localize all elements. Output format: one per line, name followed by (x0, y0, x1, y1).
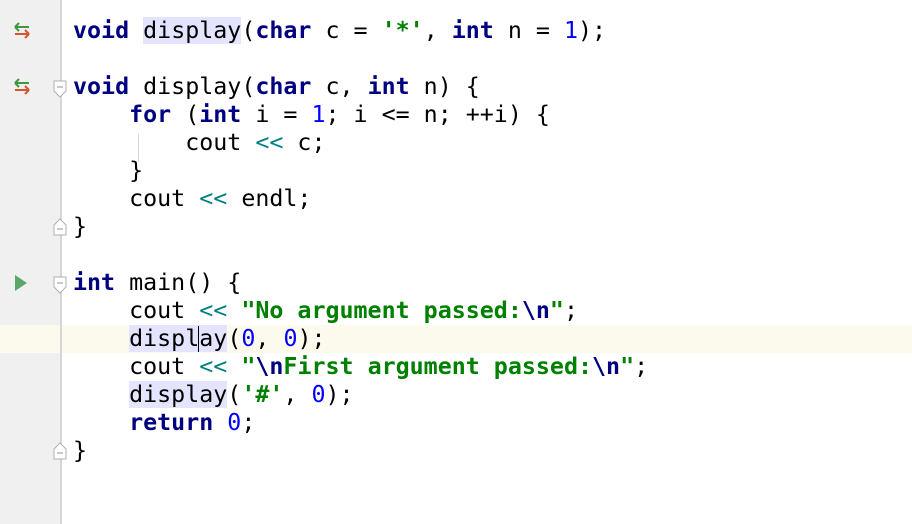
code-text: ; (563, 297, 578, 324)
operator-token: << (199, 297, 228, 324)
number-literal: 1 (311, 101, 326, 128)
code-editor[interactable]: void display(char c = '*', int n = 1); vo… (73, 17, 648, 465)
code-line-12[interactable]: display(0, 0); (73, 325, 648, 353)
code-line-1[interactable]: void display(char c = '*', int n = 1); (73, 17, 648, 45)
run-arrow-icon[interactable] (14, 274, 28, 292)
code-text: ; (241, 409, 256, 436)
escape-sequence: \n (521, 297, 550, 324)
declaration-definition-arrows-icon[interactable] (13, 22, 33, 40)
code-text: display( (129, 73, 256, 100)
code-line-8[interactable]: } (73, 213, 648, 241)
code-text: ; (634, 353, 649, 380)
keyword-token: int (73, 269, 116, 296)
keyword-token: void (73, 17, 130, 44)
code-text: , (255, 325, 284, 352)
string-literal: " (241, 353, 256, 380)
code-text: n = (493, 17, 564, 44)
code-line-2[interactable] (73, 45, 648, 73)
function-usage-highlight: displ (129, 325, 200, 352)
code-text: , (283, 381, 312, 408)
code-text: } (73, 437, 88, 464)
code-text: main() { (115, 269, 242, 296)
operator-token: << (199, 185, 228, 212)
gutter-caret-row-highlight (0, 325, 60, 353)
code-line-7[interactable]: cout << endl; (73, 185, 648, 213)
keyword-token: return (129, 409, 214, 436)
code-line-6[interactable]: } (73, 157, 648, 185)
number-literal: 0 (283, 325, 298, 352)
code-text: cout (73, 297, 200, 324)
code-line-16[interactable]: } (73, 437, 648, 465)
fold-end-icon[interactable] (53, 218, 67, 236)
code-line-9[interactable] (73, 241, 648, 269)
escape-sequence: \n (255, 353, 284, 380)
keyword-token: for (129, 101, 172, 128)
code-text: c = (311, 17, 382, 44)
code-text: ); (578, 17, 607, 44)
code-text: endl; (227, 185, 312, 212)
declaration-definition-arrows-icon[interactable] (13, 78, 33, 96)
code-text: } (73, 213, 88, 240)
code-text: ); (325, 381, 354, 408)
code-line-5[interactable]: cout << c; (73, 129, 648, 157)
code-text: ( (241, 17, 256, 44)
code-text: ( (227, 325, 242, 352)
number-literal: 0 (241, 325, 256, 352)
function-usage-highlight: display (143, 17, 242, 44)
code-text: cout (73, 129, 256, 156)
number-literal: 0 (311, 381, 326, 408)
keyword-token: char (255, 17, 312, 44)
code-text: cout (73, 353, 200, 380)
function-usage-highlight: display (129, 381, 228, 408)
code-line-4[interactable]: for (int i = 1; i <= n; ++i) { (73, 101, 648, 129)
code-text: ; i <= n; ++i) { (325, 101, 550, 128)
fold-collapse-icon[interactable] (53, 276, 67, 294)
function-usage-highlight: ay (199, 325, 228, 352)
code-text: cout (73, 185, 200, 212)
code-text: n) { (409, 73, 480, 100)
keyword-token: int (199, 101, 242, 128)
string-literal: " (620, 353, 635, 380)
keyword-token: int (367, 73, 410, 100)
string-literal: First argument passed: (283, 353, 592, 380)
code-text: ( (171, 101, 200, 128)
keyword-token: void (73, 73, 130, 100)
code-line-14[interactable]: display('#', 0); (73, 381, 648, 409)
string-literal: '#' (241, 381, 284, 408)
number-literal: 1 (563, 17, 578, 44)
keyword-token: int (451, 17, 494, 44)
keyword-token: char (255, 73, 312, 100)
code-text: ( (227, 381, 242, 408)
code-text: , (423, 17, 452, 44)
code-text: } (73, 157, 144, 184)
escape-sequence: \n (592, 353, 621, 380)
code-line-13[interactable]: cout << "\nFirst argument passed:\n"; (73, 353, 648, 381)
fold-end-icon[interactable] (53, 442, 67, 460)
code-text: ); (297, 325, 326, 352)
code-line-15[interactable]: return 0; (73, 409, 648, 437)
code-text: c; (283, 129, 326, 156)
string-literal: '*' (381, 17, 424, 44)
number-literal: 0 (227, 409, 242, 436)
fold-collapse-icon[interactable] (53, 80, 67, 98)
string-literal: "No argument passed: (241, 297, 522, 324)
code-text: c, (311, 73, 368, 100)
code-line-3[interactable]: void display(char c, int n) { (73, 73, 648, 101)
string-literal: " (549, 297, 564, 324)
operator-token: << (255, 129, 284, 156)
code-text: i = (241, 101, 312, 128)
operator-token: << (199, 353, 228, 380)
code-line-11[interactable]: cout << "No argument passed:\n"; (73, 297, 648, 325)
code-line-10[interactable]: int main() { (73, 269, 648, 297)
